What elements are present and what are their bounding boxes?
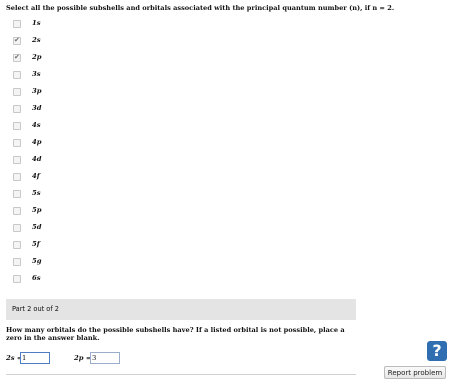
option-2s[interactable]: ✔ 2s (10, 35, 130, 47)
option-3s[interactable]: 3s (10, 69, 130, 81)
option-label: 6s (32, 274, 41, 282)
part-header-label: Part 2 out of 2 (12, 305, 59, 313)
option-label: 5d (32, 223, 42, 231)
option-label: 4f (32, 172, 40, 180)
divider (6, 374, 356, 375)
answer-2p-input[interactable]: 3 (90, 352, 120, 364)
answer-row: 2s = 1 2p = 3 (6, 352, 206, 366)
answer-2p-label: 2p = (74, 354, 92, 362)
option-5d[interactable]: 5d (10, 222, 130, 234)
checkmark-icon: ✔ (14, 53, 20, 61)
help-button[interactable]: ? (427, 341, 447, 361)
option-label: 2s (32, 36, 41, 44)
option-4s[interactable]: 4s (10, 120, 130, 132)
option-5f[interactable]: 5f (10, 239, 130, 251)
checkbox[interactable] (13, 258, 21, 266)
checkbox[interactable] (13, 275, 21, 283)
checkbox[interactable] (13, 156, 21, 164)
option-label: 5g (32, 257, 42, 265)
part-header: Part 2 out of 2 (6, 299, 356, 320)
option-1s[interactable]: 1s (10, 18, 130, 30)
checkbox[interactable] (13, 20, 21, 28)
option-4f[interactable]: 4f (10, 171, 130, 183)
option-6s[interactable]: 6s (10, 273, 130, 285)
checkbox[interactable] (13, 190, 21, 198)
option-label: 2p (32, 53, 42, 61)
option-4p[interactable]: 4p (10, 137, 130, 149)
option-2p[interactable]: ✔ 2p (10, 52, 130, 64)
checkbox[interactable] (13, 207, 21, 215)
checkbox[interactable] (13, 173, 21, 181)
question-part2: How many orbitals do the possible subshe… (6, 326, 345, 342)
option-5p[interactable]: 5p (10, 205, 130, 217)
option-label: 3p (32, 87, 42, 95)
option-label: 3s (32, 70, 41, 78)
option-label: 5p (32, 206, 42, 214)
option-3p[interactable]: 3p (10, 86, 130, 98)
option-label: 3d (32, 104, 42, 112)
checkbox[interactable]: ✔ (13, 53, 21, 62)
option-label: 1s (32, 19, 41, 27)
subshell-options: 1s ✔ 2s ✔ 2p 3s 3p 3d 4s 4p 4d 4f 5s 5p 5d 5f 5g 6s (0, 0, 474, 290)
checkbox[interactable] (13, 105, 21, 113)
answer-2s-input[interactable]: 1 (20, 352, 50, 364)
option-label: 5s (32, 189, 41, 197)
option-5s[interactable]: 5s (10, 188, 130, 200)
checkbox[interactable] (13, 71, 21, 79)
checkmark-icon: ✔ (14, 36, 20, 44)
option-label: 4s (32, 121, 41, 129)
checkbox[interactable] (13, 88, 21, 96)
checkbox[interactable] (13, 224, 21, 232)
option-3d[interactable]: 3d (10, 103, 130, 115)
option-4d[interactable]: 4d (10, 154, 130, 166)
checkbox[interactable] (13, 122, 21, 130)
checkbox[interactable]: ✔ (13, 36, 21, 45)
checkbox[interactable] (13, 241, 21, 249)
option-label: 5f (32, 240, 40, 248)
report-problem-button[interactable]: Report problem (384, 366, 446, 379)
option-label: 4d (32, 155, 42, 163)
option-label: 4p (32, 138, 42, 146)
question-mark-icon: ? (432, 341, 442, 360)
option-5g[interactable]: 5g (10, 256, 130, 268)
checkbox[interactable] (13, 139, 21, 147)
